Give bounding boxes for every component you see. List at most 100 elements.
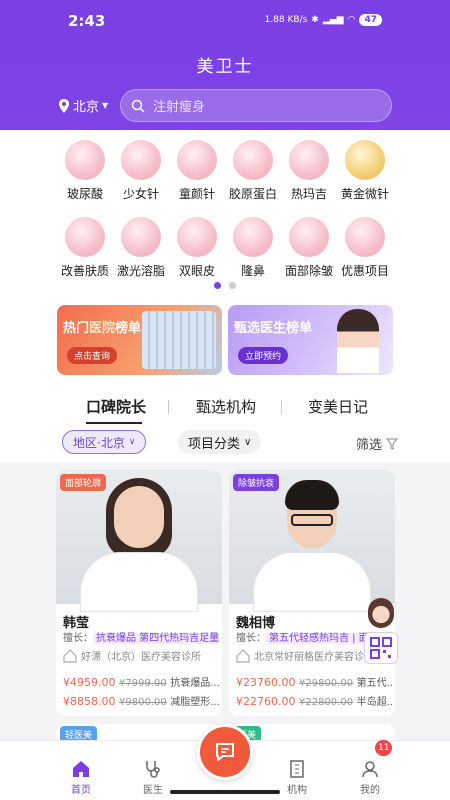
stethoscope-icon	[146, 761, 160, 778]
region-filter-label: 地区·北京	[73, 435, 125, 450]
eye-icon	[177, 217, 217, 257]
category-item[interactable]: 胶原蛋白	[221, 140, 285, 202]
page-dot	[229, 282, 236, 289]
category-item[interactable]: 隆鼻	[221, 217, 285, 279]
doctor-coat	[80, 552, 198, 612]
region-filter[interactable]: 地区·北京 ∨	[62, 430, 147, 454]
project-filter[interactable]: 项目分类 ∨	[178, 430, 262, 454]
category-label: 胶原蛋白	[228, 187, 277, 201]
search-icon	[131, 99, 145, 113]
face-lift-icon	[289, 217, 329, 257]
price-row[interactable]: ¥23760.00 ¥29800.00 第五代...	[236, 674, 392, 689]
tab-institutions[interactable]: 甄选机构	[196, 396, 256, 417]
price-row[interactable]: ¥22760.00 ¥22800.00 半岛超...	[236, 693, 392, 708]
microneedle-icon	[345, 140, 385, 180]
tab-diaries[interactable]: 变美日记	[308, 396, 368, 417]
price-row[interactable]: ¥8858.00 ¥9800.00 减脂塑形...	[63, 693, 219, 708]
sale-price: ¥22760.00	[236, 695, 296, 708]
chat-bubble-icon	[216, 743, 234, 761]
price-item-name: 半岛超...	[356, 697, 392, 708]
doctor-face	[114, 486, 164, 548]
laser-icon	[121, 217, 161, 257]
glasses	[291, 514, 333, 526]
doctor-card-peek[interactable]: 轻医美	[56, 724, 222, 740]
funnel-icon	[386, 438, 398, 450]
tab-mine-label: 我的	[360, 785, 380, 796]
tab-mine[interactable]: 我的	[350, 759, 390, 796]
category-item[interactable]: 优惠项目	[333, 217, 397, 279]
tab-underline	[86, 422, 142, 424]
hospital-building-image	[142, 311, 216, 369]
battery-icon: 47	[359, 14, 382, 26]
category-item[interactable]: 少女针	[109, 140, 173, 202]
hospital-ranking-banner[interactable]: 热门医院榜单 点击查询	[57, 305, 222, 375]
status-icons: 1.88 KB/s ✱ ▂▄▆ ◠ 47	[265, 14, 382, 26]
sale-price: ¥23760.00	[236, 676, 296, 689]
list-tabs-section: 口碑院长 甄选机构 变美日记 地区·北京 ∨ 项目分类 ∨ 筛选	[0, 382, 450, 462]
tab-top-directors[interactable]: 口碑院长	[86, 396, 146, 417]
bluetooth-icon: ✱	[311, 15, 319, 25]
home-outline-icon	[236, 648, 250, 663]
clinic-row[interactable]: 好漂（北京）医疗美容诊所	[63, 648, 219, 663]
tab-divider	[281, 400, 282, 414]
category-label: 少女针	[122, 187, 159, 201]
tab-doctor-label: 医生	[143, 785, 163, 796]
doctor-ranking-banner[interactable]: 甄选医生榜单 立即预约	[228, 305, 393, 375]
original-price: ¥7999.00	[119, 678, 167, 689]
query-button[interactable]: 点击查询	[67, 347, 118, 364]
doctor-photo: 除皱抗衰	[229, 470, 395, 612]
category-item[interactable]: 双眼皮	[165, 217, 229, 279]
category-label: 玻尿酸	[66, 187, 103, 201]
vial-icon	[121, 140, 161, 180]
category-label: 改善肤质	[60, 264, 109, 278]
top-header: 2:43 1.88 KB/s ✱ ▂▄▆ ◠ 47 美卫士 北京 ▼ 注射瘦身	[0, 0, 450, 130]
person-icon	[362, 761, 378, 778]
tab-divider	[168, 400, 169, 414]
price-item-name: 减脂塑形...	[170, 697, 219, 708]
category-item[interactable]: 热玛吉	[277, 140, 341, 202]
category-label: 优惠项目	[340, 264, 389, 278]
tab-home[interactable]: 首页	[61, 759, 101, 796]
status-time: 2:43	[68, 12, 106, 30]
floating-service-button[interactable]	[362, 598, 400, 666]
chevron-down-icon: ∨	[128, 437, 136, 447]
banner-title-highlight: 医院	[89, 321, 116, 336]
gesture-home-bar	[170, 790, 280, 794]
tab-doctor[interactable]: 医生	[133, 759, 173, 796]
search-input[interactable]: 注射瘦身	[120, 89, 392, 122]
category-item[interactable]: 面部除皱	[277, 217, 341, 279]
banner-title: 甄选医生榜单	[234, 321, 313, 336]
chat-fab-button[interactable]	[197, 724, 253, 780]
banner-title: 热门医院榜单	[63, 317, 141, 336]
category-item[interactable]: 黄金微针	[333, 140, 397, 202]
category-label: 激光溶脂	[116, 264, 165, 278]
home-outline-icon	[63, 648, 77, 663]
clinic-name: 北京常好丽格医疗美容诊所	[254, 652, 374, 663]
category-label: 热玛吉	[290, 187, 327, 201]
banner-title-part: 榜单	[115, 321, 142, 336]
sale-price: ¥8858.00	[63, 695, 116, 708]
original-price: ¥9800.00	[119, 697, 167, 708]
category-label: 面部除皱	[284, 264, 333, 278]
category-item[interactable]: 玻尿酸	[53, 140, 117, 202]
device-icon	[289, 140, 329, 180]
original-price: ¥22800.00	[299, 697, 354, 708]
collagen-icon	[233, 140, 273, 180]
skin-icon	[65, 217, 105, 257]
tab-institution[interactable]: 机构	[277, 759, 317, 796]
doctor-card[interactable]: 除皱抗衰 魏相博 擅长： 第五代轻感热玛吉 | 面颈 北京常好丽格医疗美容诊所 ¥…	[229, 470, 395, 716]
category-item[interactable]: 激光溶脂	[109, 217, 173, 279]
sale-price: ¥4959.00	[63, 676, 116, 689]
price-item-name: 第五代...	[356, 678, 392, 689]
building-icon	[290, 760, 304, 778]
doctor-illustration	[337, 309, 379, 373]
filter-button[interactable]: 筛选	[356, 434, 398, 453]
city-selector[interactable]: 北京 ▼	[58, 96, 108, 115]
doctor-hair	[285, 480, 339, 510]
category-item[interactable]: 童颜针	[165, 140, 229, 202]
book-now-button[interactable]: 立即预约	[238, 347, 289, 364]
doctor-card[interactable]: 面部轮廓 韩莹 擅长： 抗衰爆品 第四代热玛吉足量90 好漂（北京）医疗美容诊所 …	[56, 470, 222, 716]
doctor-card-peek[interactable]: 医美	[229, 724, 395, 740]
category-item[interactable]: 改善肤质	[53, 217, 117, 279]
price-row[interactable]: ¥4959.00 ¥7999.00 抗衰爆品...	[63, 674, 219, 689]
